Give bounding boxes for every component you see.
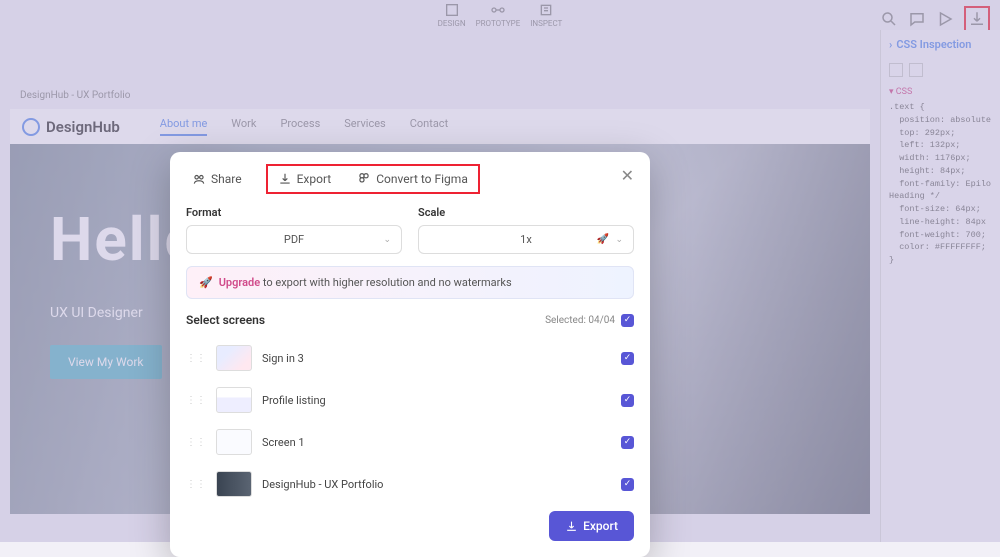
select-screens-label: Select screens	[186, 313, 265, 327]
site-logo[interactable]: DesignHub	[22, 118, 120, 136]
screen-row: ⋮⋮ Sign in 3 ✓	[186, 337, 634, 379]
panel-tool-2[interactable]	[909, 63, 923, 77]
rocket-icon: 🚀	[597, 234, 609, 245]
mode-design[interactable]: DESIGN	[438, 2, 466, 28]
tab-share[interactable]: Share	[186, 168, 248, 190]
panel-title: ›CSS Inspection	[889, 38, 992, 51]
site-nav: About me Work Process Services Contact	[160, 117, 448, 136]
mode-prototype[interactable]: PROTOTYPE	[476, 2, 521, 28]
scale-label: Scale	[418, 206, 634, 219]
drag-handle-icon[interactable]: ⋮⋮	[186, 395, 206, 406]
modal-tabs: Share Export Convert to Figma ✕	[170, 152, 650, 206]
screen-checkbox[interactable]: ✓	[621, 478, 634, 491]
chevron-right-icon[interactable]: ›	[889, 38, 892, 51]
screen-row: ⋮⋮ Screen 1 ✓	[186, 421, 634, 463]
preview-site-header: DesignHub About me Work Process Services…	[10, 109, 870, 144]
screen-checkbox[interactable]: ✓	[621, 394, 634, 407]
export-button[interactable]: Export	[549, 511, 634, 541]
chevron-down-icon: ⌄	[383, 235, 391, 245]
nav-work[interactable]: Work	[231, 117, 256, 136]
format-label: Format	[186, 206, 402, 219]
screen-name: Sign in 3	[262, 352, 611, 365]
chevron-down-icon: ⌄	[615, 235, 623, 245]
css-inspection-panel: ›CSS Inspection ▾ CSS .text { position: …	[880, 30, 1000, 542]
selected-count: Selected: 04/04✓	[545, 314, 634, 327]
tab-convert-figma[interactable]: Convert to Figma	[351, 168, 474, 190]
logo-icon	[22, 118, 40, 136]
screen-name: Profile listing	[262, 394, 611, 407]
drag-handle-icon[interactable]: ⋮⋮	[186, 479, 206, 490]
breadcrumb: DesignHub - UX Portfolio	[20, 90, 870, 101]
drag-handle-icon[interactable]: ⋮⋮	[186, 353, 206, 364]
mode-inspect[interactable]: INSPECT	[530, 2, 562, 28]
screen-row: ⋮⋮ Profile listing ✓	[186, 379, 634, 421]
select-all-checkbox[interactable]: ✓	[621, 314, 634, 327]
play-icon[interactable]	[936, 10, 954, 28]
screen-thumbnail[interactable]	[216, 387, 252, 413]
css-code-block: .text { position: absolute top: 292px; l…	[889, 101, 992, 267]
screen-row: ⋮⋮ DesignHub - UX Portfolio ✓	[186, 463, 634, 505]
rocket-icon: 🚀	[199, 276, 213, 289]
nav-contact[interactable]: Contact	[410, 117, 448, 136]
hero-cta-button[interactable]: View My Work	[50, 345, 162, 379]
screen-name: Screen 1	[262, 436, 611, 449]
nav-services[interactable]: Services	[344, 117, 385, 136]
comment-icon[interactable]	[908, 10, 926, 28]
css-section-header[interactable]: ▾ CSS	[889, 87, 992, 97]
nav-process[interactable]: Process	[280, 117, 320, 136]
panel-tool-1[interactable]	[889, 63, 903, 77]
search-icon[interactable]	[880, 10, 898, 28]
download-button-highlight: ↑	[964, 6, 990, 32]
close-icon[interactable]: ✕	[621, 166, 634, 185]
app-topbar: DESIGN PROTOTYPE INSPECT ↑	[0, 0, 1000, 30]
export-modal: Share Export Convert to Figma ✕ Format P…	[170, 152, 650, 557]
screen-checkbox[interactable]: ✓	[621, 436, 634, 449]
tab-export[interactable]: Export	[272, 168, 338, 190]
screen-thumbnail[interactable]	[216, 345, 252, 371]
screen-thumbnail[interactable]	[216, 471, 252, 497]
nav-about[interactable]: About me	[160, 117, 208, 136]
screen-checkbox[interactable]: ✓	[621, 352, 634, 365]
screen-thumbnail[interactable]	[216, 429, 252, 455]
format-select[interactable]: PDF⌄	[186, 225, 402, 254]
scale-select[interactable]: 1x🚀⌄	[418, 225, 634, 254]
drag-handle-icon[interactable]: ⋮⋮	[186, 437, 206, 448]
upgrade-banner[interactable]: 🚀Upgrade to export with higher resolutio…	[186, 266, 634, 299]
download-icon[interactable]	[968, 10, 986, 28]
tabs-highlight: Export Convert to Figma	[266, 164, 480, 194]
screen-name: DesignHub - UX Portfolio	[262, 478, 611, 491]
